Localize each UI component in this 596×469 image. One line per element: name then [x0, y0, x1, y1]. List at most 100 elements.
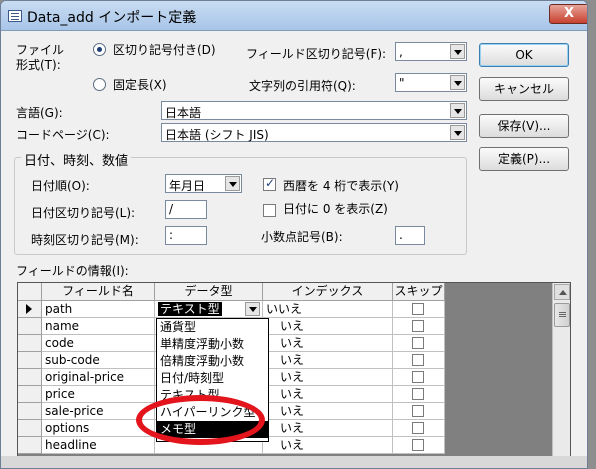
- row-selector[interactable]: [18, 403, 42, 420]
- close-button[interactable]: X: [549, 4, 587, 24]
- row-selector[interactable]: [18, 352, 42, 369]
- field-info-grid[interactable]: フィールド名 データ型 インデックス スキップ path テキスト型 いいえ n…: [17, 282, 571, 468]
- indexed-cell[interactable]: いえ: [263, 403, 393, 420]
- skip-checkbox[interactable]: [412, 303, 424, 315]
- row-selector[interactable]: [18, 437, 42, 454]
- skip-checkbox[interactable]: [412, 439, 424, 451]
- chevron-down-icon[interactable]: [450, 75, 465, 90]
- indexed-value: いえ: [280, 336, 305, 350]
- skip-checkbox[interactable]: [412, 337, 424, 349]
- scroll-up-arrow-icon[interactable]: [554, 284, 570, 300]
- indexed-cell[interactable]: いいえ: [263, 301, 393, 318]
- save-as-button[interactable]: 保存(V)...: [479, 114, 569, 138]
- row-selector[interactable]: [18, 386, 42, 403]
- chevron-down-icon[interactable]: [450, 125, 465, 140]
- fixed-width-radio[interactable]: [93, 78, 106, 91]
- skip-cell[interactable]: [393, 369, 445, 386]
- time-delimiter-input[interactable]: :: [165, 226, 207, 245]
- chevron-down-icon[interactable]: [450, 44, 465, 59]
- row-selector[interactable]: [18, 335, 42, 352]
- indexed-cell[interactable]: いえ: [263, 318, 393, 335]
- indexed-cell[interactable]: いえ: [263, 335, 393, 352]
- leading-zero-checkbox[interactable]: [263, 204, 276, 217]
- field-name-cell[interactable]: headline: [42, 437, 155, 454]
- field-delimiter-label: フィールド区切り記号(F):: [246, 47, 387, 61]
- chevron-down-icon[interactable]: [450, 103, 465, 118]
- field-delimiter-combo[interactable]: ,: [395, 42, 467, 61]
- skip-checkbox[interactable]: [412, 422, 424, 434]
- indexed-value: いえ: [280, 404, 305, 418]
- chevron-down-icon[interactable]: [245, 302, 260, 316]
- data-type-option[interactable]: 倍精度浮動小数: [157, 353, 268, 370]
- specs-button[interactable]: 定義(P)...: [479, 147, 569, 171]
- ok-button[interactable]: OK: [479, 43, 569, 67]
- indexed-value: いえ: [280, 421, 305, 435]
- field-name-cell[interactable]: path: [42, 301, 155, 318]
- skip-checkbox[interactable]: [412, 320, 424, 332]
- data-type-option[interactable]: 日付/時刻型: [157, 370, 268, 387]
- time-delimiter-label: 時刻区切り記号(M):: [31, 233, 139, 247]
- four-digit-year-label[interactable]: 西暦を 4 桁で表示(Y): [283, 177, 399, 194]
- cancel-button[interactable]: キャンセル: [479, 77, 569, 101]
- chevron-down-icon[interactable]: [225, 176, 240, 191]
- language-label: 言語(G):: [16, 106, 63, 120]
- delimited-label[interactable]: 区切り記号付き(D): [113, 41, 216, 58]
- field-name-cell[interactable]: name: [42, 318, 155, 335]
- skip-cell[interactable]: [393, 335, 445, 352]
- column-header-field-name[interactable]: フィールド名: [42, 283, 155, 301]
- codepage-value: 日本語 (シフト JIS): [165, 128, 269, 142]
- skip-cell[interactable]: [393, 386, 445, 403]
- indexed-cell[interactable]: いえ: [263, 437, 393, 454]
- data-type-selected-value: テキスト型: [158, 302, 222, 316]
- indexed-value: いえ: [280, 353, 305, 367]
- skip-cell[interactable]: [393, 420, 445, 437]
- data-type-cell[interactable]: テキスト型: [155, 301, 263, 318]
- column-header-data-type[interactable]: データ型: [155, 283, 263, 301]
- leading-zero-label[interactable]: 日付に 0 を表示(Z): [283, 200, 388, 217]
- scroll-thumb[interactable]: [554, 303, 570, 327]
- data-type-option[interactable]: 通貨型: [157, 319, 268, 336]
- codepage-combo[interactable]: 日本語 (シフト JIS): [161, 123, 467, 142]
- row-selector[interactable]: [18, 301, 42, 318]
- skip-cell[interactable]: [393, 352, 445, 369]
- language-combo[interactable]: 日本語: [161, 101, 467, 120]
- vertical-scrollbar[interactable]: [552, 283, 570, 468]
- date-delimiter-input[interactable]: /: [165, 200, 207, 219]
- indexed-cell[interactable]: いえ: [263, 420, 393, 437]
- skip-checkbox[interactable]: [412, 354, 424, 366]
- decimal-symbol-label: 小数点記号(B):: [261, 230, 343, 244]
- field-delimiter-value: ,: [399, 45, 403, 59]
- row-selector[interactable]: [18, 420, 42, 437]
- skip-cell[interactable]: [393, 301, 445, 318]
- skip-checkbox[interactable]: [412, 388, 424, 400]
- column-header-indexed[interactable]: インデックス: [263, 283, 393, 301]
- indexed-cell[interactable]: いえ: [263, 386, 393, 403]
- indexed-cell[interactable]: いえ: [263, 369, 393, 386]
- row-selector-header: [18, 283, 42, 301]
- title-bar[interactable]: Data_add インポート定義 X: [1, 1, 587, 31]
- column-header-skip[interactable]: スキップ: [393, 283, 445, 301]
- delimited-radio[interactable]: [93, 43, 106, 56]
- field-name-cell[interactable]: code: [42, 335, 155, 352]
- data-type-option[interactable]: 単精度浮動小数: [157, 336, 268, 353]
- skip-checkbox[interactable]: [412, 371, 424, 383]
- text-qualifier-combo[interactable]: ": [395, 73, 467, 92]
- field-name-cell[interactable]: sub-code: [42, 352, 155, 369]
- decimal-symbol-input[interactable]: .: [395, 226, 425, 245]
- row-selector[interactable]: [18, 318, 42, 335]
- indexed-cell[interactable]: いえ: [263, 352, 393, 369]
- bottom-edge: [1, 456, 587, 468]
- date-order-combo[interactable]: 年月日: [165, 174, 242, 193]
- skip-cell[interactable]: [393, 437, 445, 454]
- skip-cell[interactable]: [393, 403, 445, 420]
- indexed-value: いえ: [280, 319, 305, 333]
- four-digit-year-checkbox[interactable]: [263, 176, 276, 191]
- field-name-cell[interactable]: original-price: [42, 369, 155, 386]
- row-selector[interactable]: [18, 369, 42, 386]
- field-name-cell[interactable]: price: [42, 386, 155, 403]
- fixed-width-label[interactable]: 固定長(X): [113, 76, 167, 93]
- skip-cell[interactable]: [393, 318, 445, 335]
- import-spec-dialog: Data_add インポート定義 X ファイル 形式(T): 区切り記号付き(D…: [0, 0, 588, 469]
- date-order-value: 年月日: [169, 179, 206, 193]
- skip-checkbox[interactable]: [412, 405, 424, 417]
